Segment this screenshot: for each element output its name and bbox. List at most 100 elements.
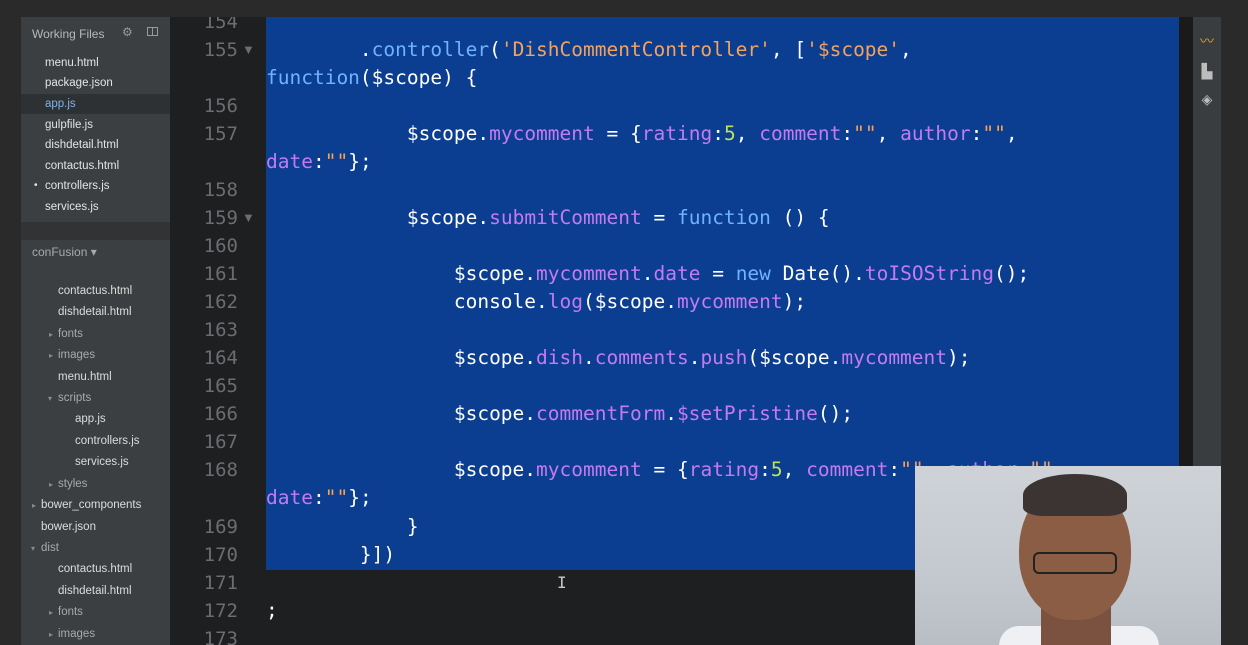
working-file-label: services.js bbox=[45, 201, 99, 213]
live-preview-icon[interactable]: 〰 bbox=[1199, 33, 1215, 49]
tree-file[interactable]: contactus.html bbox=[21, 281, 170, 302]
working-file-label: app.js bbox=[45, 98, 76, 110]
working-file-gulpfile-js[interactable]: gulpfile.js bbox=[21, 115, 170, 135]
working-files-header: Working Files ⚙ bbox=[21, 17, 170, 51]
chevron-right-icon: ▸ bbox=[49, 630, 54, 639]
line-number: 163 bbox=[203, 319, 238, 341]
webcam-hair bbox=[1023, 474, 1127, 516]
working-file-label: package.json bbox=[45, 77, 113, 89]
line-number: 166 bbox=[203, 403, 238, 425]
chevron-right-icon: ▸ bbox=[49, 480, 54, 489]
window-top-bar bbox=[0, 0, 1248, 17]
code-line: $scope.mycomment = {rating:5, comment:""… bbox=[406, 122, 1018, 145]
tree-folder[interactable]: ▾ dist bbox=[21, 538, 170, 559]
tree-label: contactus.html bbox=[58, 285, 133, 297]
extension-manager-icon[interactable]: ▙ bbox=[1199, 63, 1215, 79]
line-number: 164 bbox=[203, 347, 238, 369]
tree-label: dist bbox=[41, 542, 59, 554]
working-file-label: gulpfile.js bbox=[45, 119, 93, 131]
working-files-title: Working Files bbox=[32, 27, 105, 41]
code-line: date:""}; bbox=[266, 150, 372, 173]
working-file-package-json[interactable]: package.json bbox=[21, 73, 170, 93]
tree-label: scripts bbox=[58, 392, 92, 404]
tree-file[interactable]: dishdetail.html bbox=[21, 302, 170, 323]
tree-label: services.js bbox=[75, 456, 129, 468]
tree-file[interactable]: contactus.html bbox=[21, 559, 170, 580]
chevron-right-icon: ▸ bbox=[32, 501, 37, 510]
code-line: $scope.submitComment = function () { bbox=[406, 206, 830, 229]
code-line: function($scope) { bbox=[266, 66, 478, 89]
code-line: $scope.dish.comments.push($scope.mycomme… bbox=[453, 346, 971, 369]
tree-label: fonts bbox=[58, 606, 83, 618]
unsaved-dot-icon: • bbox=[34, 180, 38, 191]
tree-label: bower.json bbox=[41, 521, 96, 533]
tree-folder[interactable]: ▸ fonts bbox=[21, 324, 170, 345]
line-number: 157 bbox=[203, 123, 238, 145]
fold-arrow-icon[interactable]: ▼ bbox=[242, 204, 255, 232]
tree-label: app.js bbox=[75, 413, 106, 425]
line-number: 167 bbox=[203, 431, 238, 453]
webcam-overlay bbox=[915, 466, 1221, 645]
chevron-down-icon: ▾ bbox=[31, 544, 36, 553]
line-number: 169 bbox=[203, 516, 238, 538]
tree-label: styles bbox=[58, 478, 88, 490]
gear-icon[interactable]: ⚙ bbox=[122, 26, 135, 39]
tree-folder[interactable]: ▸ styles bbox=[21, 474, 170, 495]
tree-label: bower_components bbox=[41, 499, 142, 511]
line-number: 170 bbox=[203, 544, 238, 566]
line-number: 162 bbox=[203, 291, 238, 313]
chevron-right-icon: ▸ bbox=[49, 330, 54, 339]
tree-file[interactable]: menu.html bbox=[21, 367, 170, 388]
line-number: 160 bbox=[203, 235, 238, 257]
window-right-edge bbox=[1221, 17, 1248, 645]
line-number: 154 bbox=[203, 17, 238, 33]
tree-folder[interactable]: ▸ bower_components bbox=[21, 495, 170, 516]
tree-file[interactable]: controllers.js bbox=[21, 431, 170, 452]
tree-folder[interactable]: ▾ scripts bbox=[21, 388, 170, 409]
code-line: $scope.commentForm.$setPristine(); bbox=[453, 402, 854, 425]
code-line: $scope.mycomment.date = new Date().toISO… bbox=[453, 262, 1030, 285]
tree-label: images bbox=[58, 628, 96, 640]
layers-icon[interactable]: ◈ bbox=[1199, 91, 1215, 107]
tree-label: fonts bbox=[58, 328, 83, 340]
code-line: console.log($scope.mycomment); bbox=[453, 290, 807, 313]
tree-folder[interactable]: ▸ images bbox=[21, 624, 170, 645]
tree-label: controllers.js bbox=[75, 435, 140, 447]
tree-file[interactable]: services.js bbox=[21, 452, 170, 473]
code-line: .controller('DishCommentController', ['$… bbox=[359, 38, 912, 61]
line-number: 158 bbox=[203, 179, 238, 201]
working-file-label: contactus.html bbox=[45, 160, 120, 172]
tree-file[interactable]: dishdetail.html bbox=[21, 581, 170, 602]
tree-file[interactable]: bower.json bbox=[21, 517, 170, 538]
line-number: 165 bbox=[203, 375, 238, 397]
line-number: 155 bbox=[203, 39, 238, 61]
working-file-label: dishdetail.html bbox=[45, 139, 119, 151]
line-number: 156 bbox=[203, 95, 238, 117]
line-number: 171 bbox=[203, 572, 238, 594]
tree-folder[interactable]: ▸ fonts bbox=[21, 602, 170, 623]
webcam-glasses bbox=[1033, 552, 1117, 574]
line-number: 172 bbox=[203, 600, 238, 622]
tree-label: dishdetail.html bbox=[58, 306, 132, 318]
working-file-dishdetail-html[interactable]: dishdetail.html bbox=[21, 135, 170, 155]
line-number: 168 bbox=[203, 459, 238, 481]
project-name-dropdown[interactable]: conFusion ▾ bbox=[32, 245, 97, 259]
working-file-label: menu.html bbox=[45, 57, 99, 69]
chevron-right-icon: ▸ bbox=[49, 608, 54, 617]
mouse-ibeam-cursor-icon: I bbox=[557, 573, 567, 592]
working-file-app-js[interactable]: app.js bbox=[21, 94, 170, 114]
tree-label: contactus.html bbox=[58, 563, 133, 575]
tree-label: images bbox=[58, 349, 96, 361]
tree-folder[interactable]: ▸ images bbox=[21, 345, 170, 366]
tree-label: dishdetail.html bbox=[58, 585, 132, 597]
line-number: 159 bbox=[203, 207, 238, 229]
fold-arrow-icon[interactable]: ▼ bbox=[242, 36, 255, 64]
working-file-contactus-html[interactable]: contactus.html bbox=[21, 156, 170, 176]
working-file-controllers-js[interactable]: • controllers.js bbox=[21, 176, 170, 196]
working-file-services-js[interactable]: services.js bbox=[21, 197, 170, 217]
line-number: 173 bbox=[203, 628, 238, 645]
working-file-menu-html[interactable]: menu.html bbox=[21, 53, 170, 73]
split-view-icon[interactable] bbox=[147, 27, 158, 36]
chevron-right-icon: ▸ bbox=[49, 351, 54, 360]
tree-file[interactable]: app.js bbox=[21, 409, 170, 430]
